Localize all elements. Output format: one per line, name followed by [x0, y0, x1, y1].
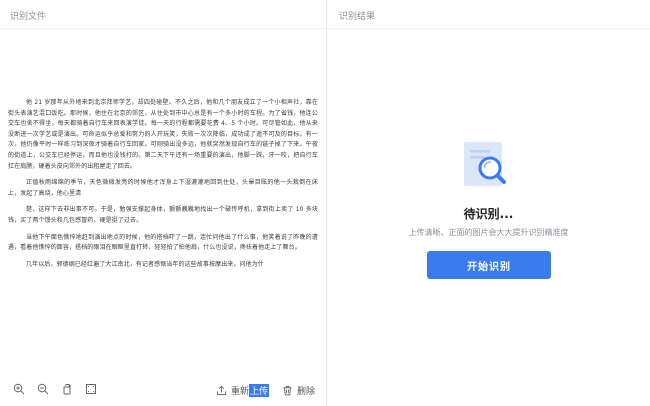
status-hint: 上传清晰、正面的图片会大大提升识别精准度: [408, 228, 569, 237]
zoom-in-icon[interactable]: [10, 380, 28, 398]
zoom-out-icon[interactable]: [34, 380, 52, 398]
file-panel: 识别文件 他 21 岁那年从外地来到北京拜师学艺，却四处碰壁。不久之后，他和几个…: [0, 0, 326, 406]
status-title: 待识别...: [463, 207, 514, 221]
result-panel-title: 识别结果: [339, 12, 376, 22]
trash-icon: [283, 385, 292, 395]
reupload-label-highlight: 上传: [249, 383, 270, 397]
document-preview: 他 21 岁那年从外地来到北京拜师学艺，却四处碰壁。不久之后，他和几个朋友成立了…: [8, 98, 318, 270]
delete-button[interactable]: 删除: [282, 382, 315, 398]
rotate-icon[interactable]: [58, 380, 76, 398]
reupload-label: 重新: [231, 386, 250, 397]
reupload-button[interactable]: 重新 上传: [216, 382, 270, 398]
document-search-icon: [460, 136, 516, 192]
header-divider: [327, 28, 650, 29]
start-recognition-button[interactable]: 开始识别: [427, 251, 551, 279]
document-paragraph: 正值秋雨绵绵的季节，天色微微发亮的时候他才浑身上下湿漉漉地回到住处，头晕目眩的他…: [8, 179, 318, 197]
preview-toolbar: 重新 上传 删除: [0, 380, 326, 402]
result-panel: 识别结果 待识别... 上传清晰、正面的图片会大大提升识别精准度 开始识别: [327, 0, 650, 406]
document-paragraph: 他 21 岁那年从外地来到北京拜师学艺，却四处碰壁。不久之后，他和几个朋友成立了…: [8, 99, 318, 170]
upload-icon: [216, 385, 227, 395]
document-paragraph: 楚，这样下去非出事不可。于是，勉强支撑起身体，颤颤巍巍地找出一个破传呼机，拿到街…: [8, 206, 318, 224]
file-panel-title: 识别文件: [10, 12, 47, 22]
delete-label: 删除: [297, 386, 316, 397]
header-divider: [0, 28, 326, 29]
fit-screen-icon[interactable]: [82, 380, 100, 398]
document-paragraph: 当他下午面色憔悴地赶到演出地点的时候，他的搭档吓了一跳，连忙问他出了什么事，他笑…: [8, 233, 318, 252]
document-paragraph: 几年以后，郭德纲已经红遍了大江南北，有记者感慨当年的这些故事按摩出来，问他为什: [26, 260, 264, 268]
